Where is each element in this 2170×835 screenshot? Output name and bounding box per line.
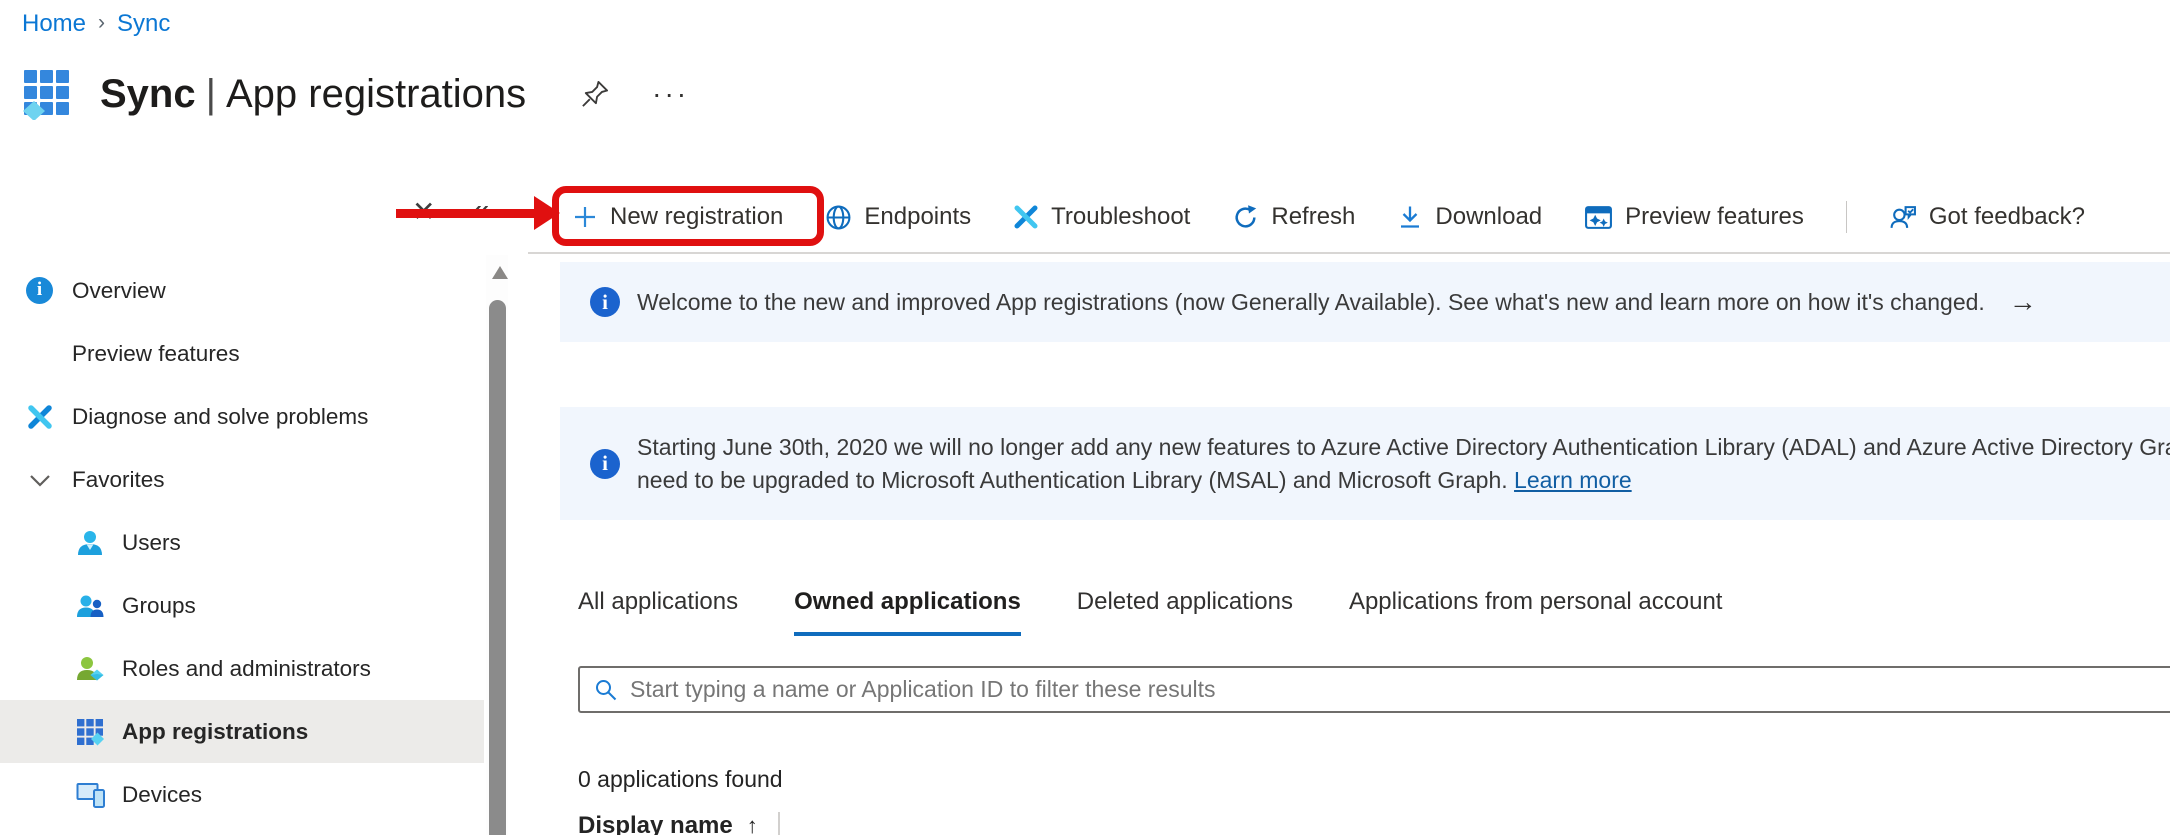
chevron-down-icon bbox=[26, 466, 54, 494]
sidebar-item-app-registrations[interactable]: App registrations bbox=[0, 700, 484, 763]
refresh-button[interactable]: Refresh bbox=[1232, 203, 1355, 231]
endpoints-button[interactable]: Endpoints bbox=[825, 203, 971, 231]
sort-ascending-icon[interactable]: ↑ bbox=[747, 813, 758, 835]
sidebar-group-favorites[interactable]: Favorites bbox=[0, 448, 484, 511]
breadcrumb-sync-link[interactable]: Sync bbox=[117, 10, 170, 38]
table-header-row: Display name ↑ bbox=[578, 812, 780, 835]
learn-more-link[interactable]: Learn more bbox=[1514, 467, 1632, 493]
sidebar-item-devices[interactable]: Devices bbox=[0, 763, 484, 826]
info-icon: i bbox=[590, 287, 620, 317]
tab-all-applications[interactable]: All applications bbox=[578, 588, 738, 636]
devices-icon bbox=[76, 781, 104, 809]
sidebar-item-users[interactable]: Users bbox=[0, 511, 484, 574]
breadcrumb-separator: › bbox=[98, 11, 105, 35]
tab-applications-personal-account[interactable]: Applications from personal account bbox=[1349, 588, 1723, 636]
filter-search-box[interactable] bbox=[578, 666, 2170, 713]
pin-icon[interactable] bbox=[580, 79, 610, 109]
column-header-display-name[interactable]: Display name bbox=[578, 812, 733, 835]
tab-deleted-applications[interactable]: Deleted applications bbox=[1077, 588, 1293, 636]
app-registrations-icon bbox=[22, 68, 72, 120]
breadcrumb: Home › Sync bbox=[22, 10, 170, 38]
scrollbar-up-arrow[interactable] bbox=[492, 266, 508, 279]
welcome-banner-text: Welcome to the new and improved App regi… bbox=[637, 289, 1985, 316]
info-icon: i bbox=[590, 449, 620, 479]
search-input[interactable] bbox=[630, 676, 2162, 703]
toolbar-separator bbox=[1846, 201, 1847, 233]
got-feedback-button[interactable]: Got feedback? bbox=[1889, 203, 2085, 231]
results-count: 0 applications found bbox=[578, 766, 783, 793]
new-registration-button[interactable]: New registration bbox=[572, 203, 783, 231]
welcome-banner: i Welcome to the new and improved App re… bbox=[560, 262, 2170, 342]
feedback-icon bbox=[1889, 204, 1917, 231]
download-button[interactable]: Download bbox=[1397, 203, 1542, 231]
role-icon bbox=[76, 655, 104, 683]
annotation-arrow-head bbox=[534, 196, 560, 230]
preview-features-button[interactable]: Preview features bbox=[1584, 203, 1804, 231]
page-title: Sync|App registrations bbox=[100, 72, 526, 117]
sidebar-item-groups[interactable]: Groups bbox=[0, 574, 484, 637]
command-bar: New registration Endpoints Troubleshoot … bbox=[572, 188, 2085, 246]
breadcrumb-home-link[interactable]: Home bbox=[22, 10, 86, 38]
blade-menu: i Overview ✦✦ Preview features Diagnose … bbox=[0, 259, 484, 826]
refresh-icon bbox=[1232, 204, 1259, 231]
info-icon: i bbox=[26, 277, 54, 305]
download-icon bbox=[1397, 204, 1423, 230]
page-header: Sync|App registrations ··· bbox=[22, 68, 689, 120]
sidebar-item-preview-features[interactable]: ✦✦ Preview features bbox=[0, 322, 484, 385]
sidebar-item-roles[interactable]: Roles and administrators bbox=[0, 637, 484, 700]
adal-banner-line2: need to be upgraded to Microsoft Authent… bbox=[637, 467, 1514, 493]
troubleshoot-button[interactable]: Troubleshoot bbox=[1013, 203, 1190, 231]
adal-banner-text: Starting June 30th, 2020 we will no long… bbox=[637, 431, 2170, 497]
sparkles-icon: ✦✦ bbox=[26, 340, 54, 368]
more-options-icon[interactable]: ··· bbox=[652, 78, 689, 110]
sidebar-item-overview[interactable]: i Overview bbox=[0, 259, 484, 322]
sidebar-scrollbar-thumb[interactable] bbox=[489, 300, 506, 835]
collapse-menu-icon[interactable]: « bbox=[472, 192, 489, 228]
tab-owned-applications[interactable]: Owned applications bbox=[794, 588, 1021, 636]
plus-icon bbox=[572, 204, 598, 230]
application-tabs: All applications Owned applications Dele… bbox=[578, 588, 1722, 636]
toolbar-divider bbox=[528, 252, 2170, 254]
user-icon bbox=[76, 529, 104, 557]
search-icon bbox=[594, 678, 618, 702]
tools-icon bbox=[1013, 204, 1039, 230]
sidebar-item-diagnose[interactable]: Diagnose and solve problems bbox=[0, 385, 484, 448]
close-icon[interactable]: ✕ bbox=[412, 195, 435, 228]
tools-icon bbox=[26, 403, 54, 431]
group-icon bbox=[76, 592, 104, 620]
globe-icon bbox=[825, 204, 852, 231]
app-registrations-blade: Home › Sync Sync|App registrations · bbox=[0, 0, 2170, 835]
arrow-right-icon[interactable]: → bbox=[2009, 286, 2037, 318]
adal-banner-line1: Starting June 30th, 2020 we will no long… bbox=[637, 431, 2170, 464]
column-divider bbox=[778, 812, 780, 835]
adal-deprecation-banner: i Starting June 30th, 2020 we will no lo… bbox=[560, 407, 2170, 520]
app-registrations-icon bbox=[76, 718, 104, 746]
preview-features-icon bbox=[1584, 204, 1613, 231]
